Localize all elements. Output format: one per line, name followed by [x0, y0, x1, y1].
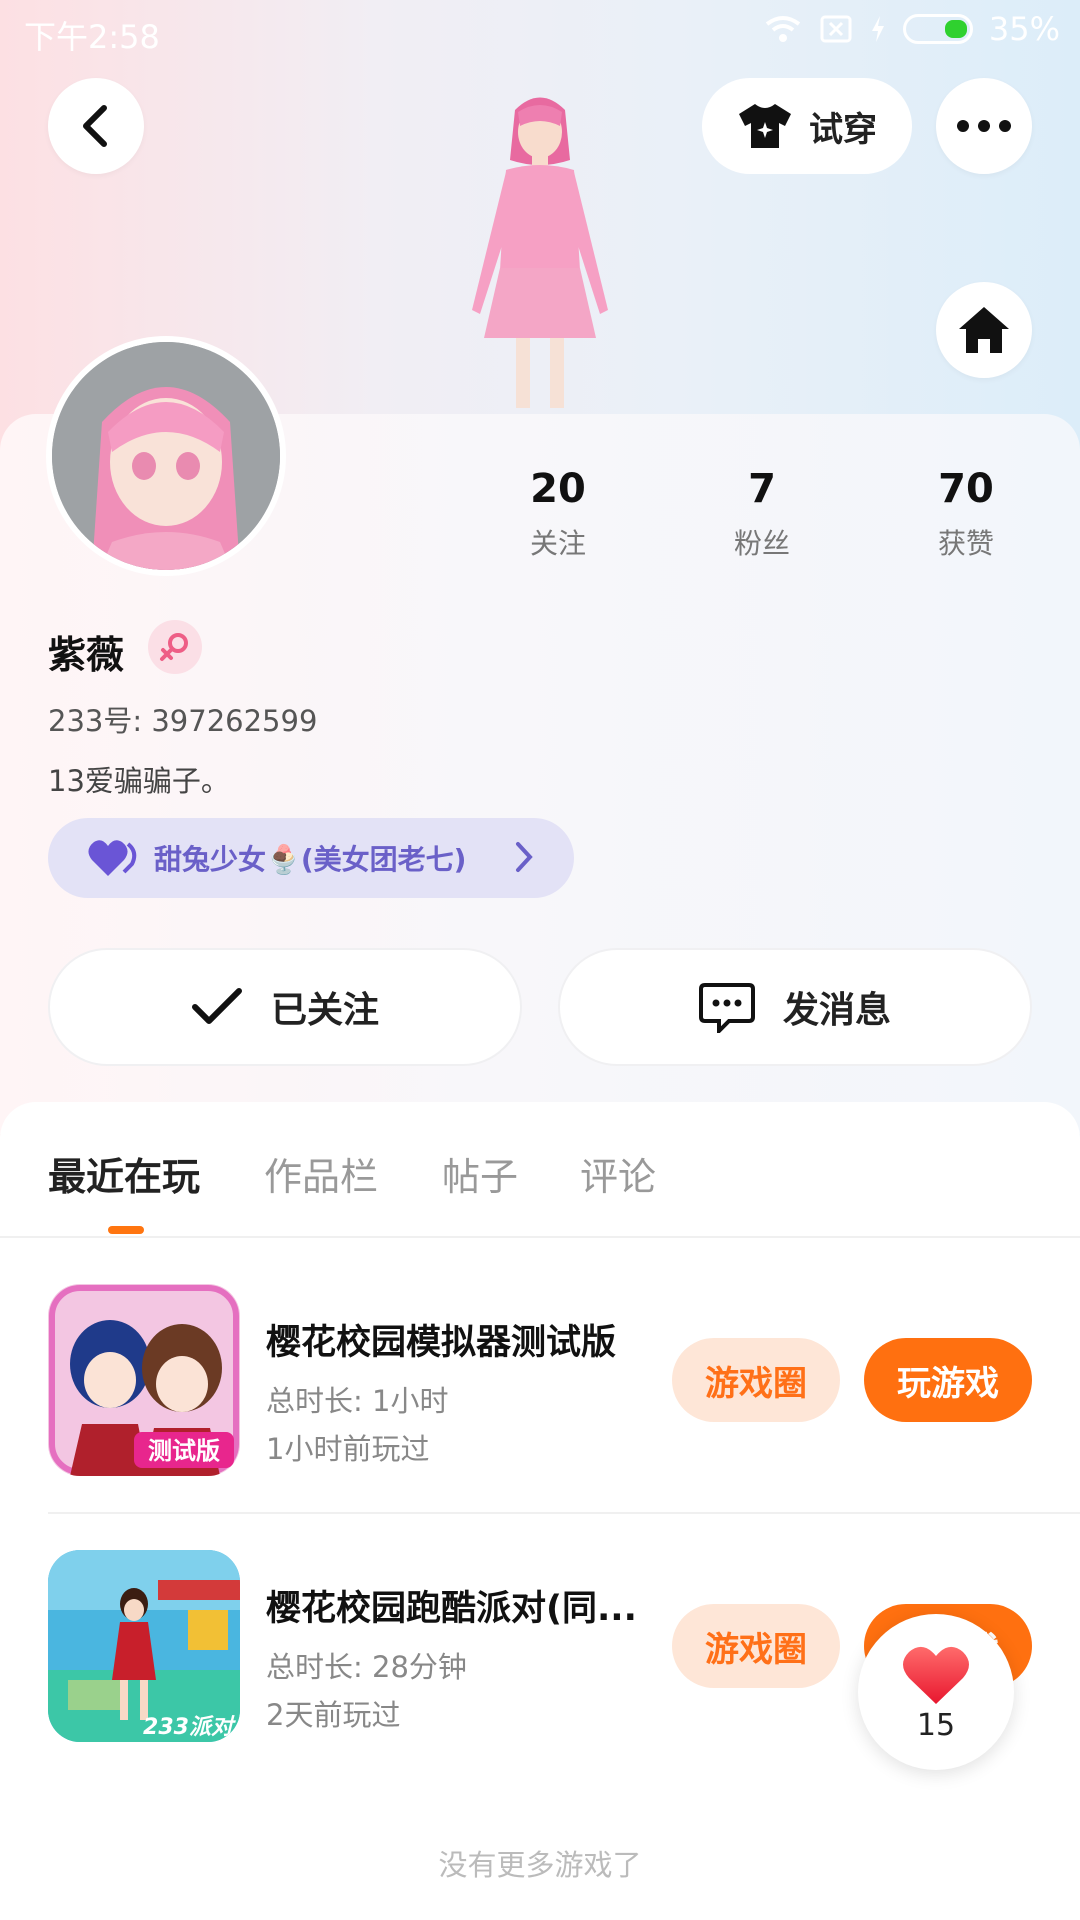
avatar-3d-figure — [472, 97, 608, 408]
game-title: 樱花校园模拟器测试版 — [266, 1323, 617, 1363]
group-pill[interactable]: 甜兔少女🍨(美女团老七) — [48, 818, 574, 898]
heart-icon — [903, 1646, 969, 1704]
home-icon — [959, 307, 1009, 353]
game-circle-button[interactable]: 游戏圈 — [672, 1604, 840, 1688]
wifi-icon — [765, 16, 801, 42]
battery-icon — [902, 14, 973, 44]
stat-likes-label: 获赞 — [937, 527, 994, 560]
group-label: 甜兔少女🍨(美女团老七) — [154, 843, 467, 876]
chevron-right-icon — [516, 842, 533, 872]
stat-likes[interactable]: 70 获赞 — [896, 466, 1036, 562]
charging-icon — [871, 16, 884, 42]
game-duration: 总时长: 1小时 — [266, 1384, 449, 1418]
try-on-button[interactable]: 试穿 — [702, 78, 912, 174]
stat-fans-value: 7 — [748, 466, 776, 512]
tab-comments[interactable]: 评论 — [580, 1146, 656, 1201]
status-bar: 下午2:58 35% — [0, 0, 1080, 62]
avatar[interactable] — [46, 336, 286, 576]
tabs-divider — [0, 1236, 1080, 1238]
following-label: 已关注 — [270, 990, 379, 1031]
profile-name: 紫薇 — [48, 633, 125, 677]
profile-bio: 13爱骗骗子。 — [48, 764, 230, 798]
message-bubble-icon — [698, 983, 755, 1033]
tab-works[interactable]: 作品栏 — [264, 1146, 378, 1201]
check-icon — [191, 988, 242, 1024]
try-on-label: 试穿 — [809, 109, 877, 150]
stat-following-label: 关注 — [529, 527, 586, 560]
tab-indicator — [108, 1226, 144, 1234]
stat-fans[interactable]: 7 粉丝 — [692, 466, 832, 562]
game-row[interactable]: 测试版 樱花校园模拟器测试版 总时长: 1小时 1小时前玩过 游戏圈 玩游戏 — [0, 1284, 1080, 1484]
more-dots-icon — [957, 120, 1011, 132]
game-circle-button[interactable]: 游戏圈 — [672, 1338, 840, 1422]
shirt-icon — [739, 104, 791, 148]
no-sim-icon — [820, 15, 852, 43]
play-game-button[interactable]: 玩游戏 — [864, 1338, 1032, 1422]
game-icon-label: 233派对 — [143, 1715, 236, 1740]
stat-following[interactable]: 20 关注 — [488, 466, 628, 562]
tab-posts[interactable]: 帖子 — [442, 1146, 518, 1201]
heart-group-icon — [88, 840, 137, 876]
like-count: 15 — [916, 1707, 956, 1743]
row-divider — [48, 1512, 1080, 1514]
game-last-played: 2天前玩过 — [266, 1698, 401, 1732]
more-button[interactable] — [936, 78, 1032, 174]
game-duration: 总时长: 28分钟 — [266, 1650, 467, 1684]
battery-percent: 35% — [988, 10, 1060, 48]
like-float-button[interactable]: 15 — [858, 1614, 1014, 1770]
game-title: 樱花校园跑酷派对(同... — [266, 1589, 637, 1629]
status-icons: 35% — [763, 10, 1060, 48]
gender-badge — [148, 620, 202, 674]
home-button[interactable] — [936, 282, 1032, 378]
tab-recent-play[interactable]: 最近在玩 — [48, 1146, 200, 1201]
game-icon-art: 测试版 — [48, 1284, 240, 1476]
female-icon — [160, 633, 188, 661]
message-button[interactable]: 发消息 — [558, 948, 1032, 1066]
tab-bar: 最近在玩 作品栏 帖子 评论 — [0, 1146, 1080, 1236]
stat-following-value: 20 — [530, 466, 586, 512]
stat-fans-label: 粉丝 — [733, 527, 790, 560]
back-arrow-icon — [83, 105, 107, 147]
game-icon-label: 测试版 — [148, 1437, 220, 1465]
back-button[interactable] — [48, 78, 144, 174]
status-time: 下午2:58 — [24, 18, 160, 56]
message-label: 发消息 — [782, 990, 891, 1031]
profile-id: 233号: 397262599 — [48, 704, 318, 738]
game-icon-art: 233派对 — [48, 1550, 240, 1742]
game-last-played: 1小时前玩过 — [266, 1432, 430, 1466]
game-icon[interactable]: 测试版 — [48, 1284, 240, 1476]
game-icon[interactable]: 233派对 — [48, 1550, 240, 1742]
stat-likes-value: 70 — [938, 466, 994, 512]
avatar-portrait — [52, 342, 280, 570]
following-button[interactable]: 已关注 — [48, 948, 522, 1066]
no-more-games: 没有更多游戏了 — [438, 1848, 642, 1882]
